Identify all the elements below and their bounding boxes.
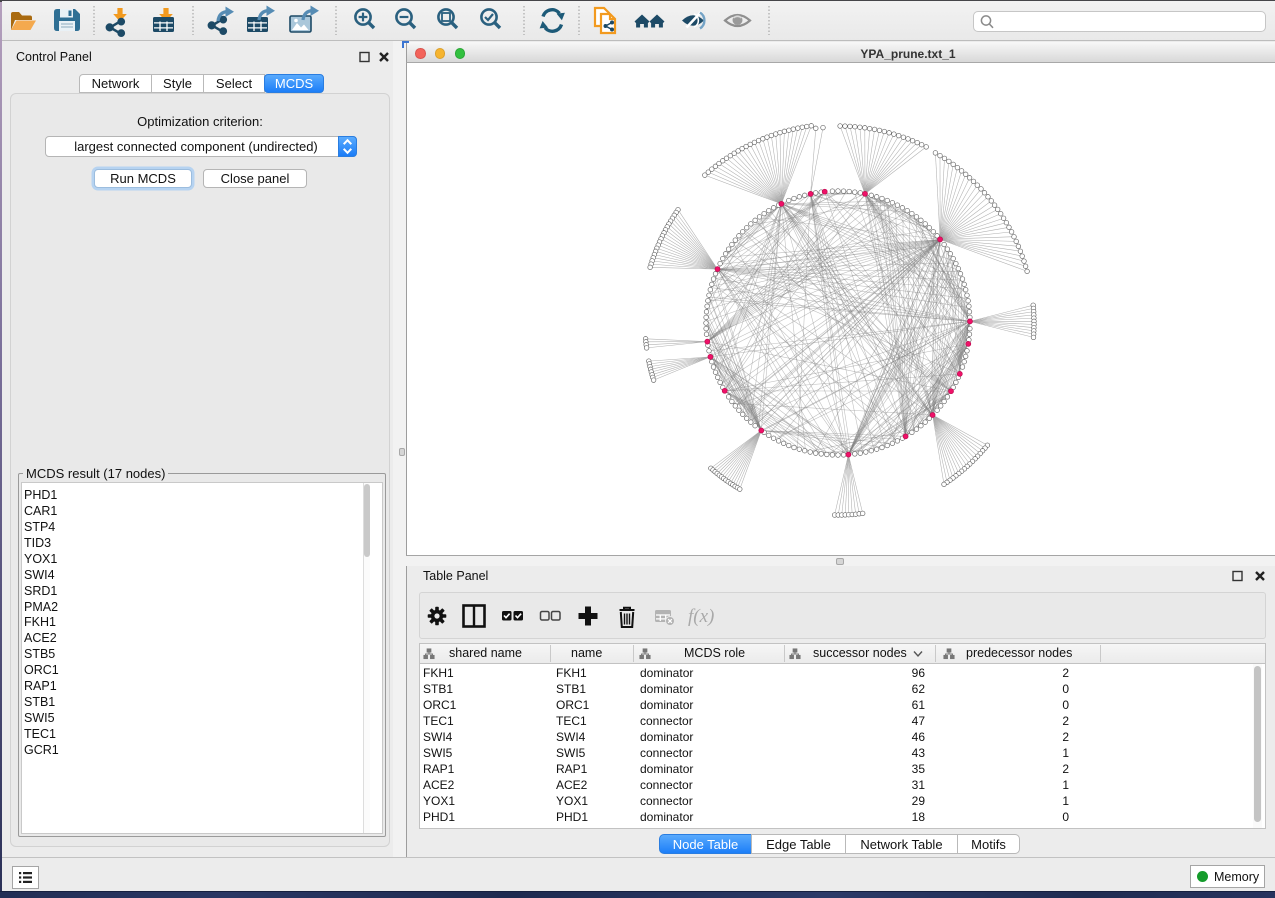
svg-text:f(x): f(x) [688, 606, 714, 627]
